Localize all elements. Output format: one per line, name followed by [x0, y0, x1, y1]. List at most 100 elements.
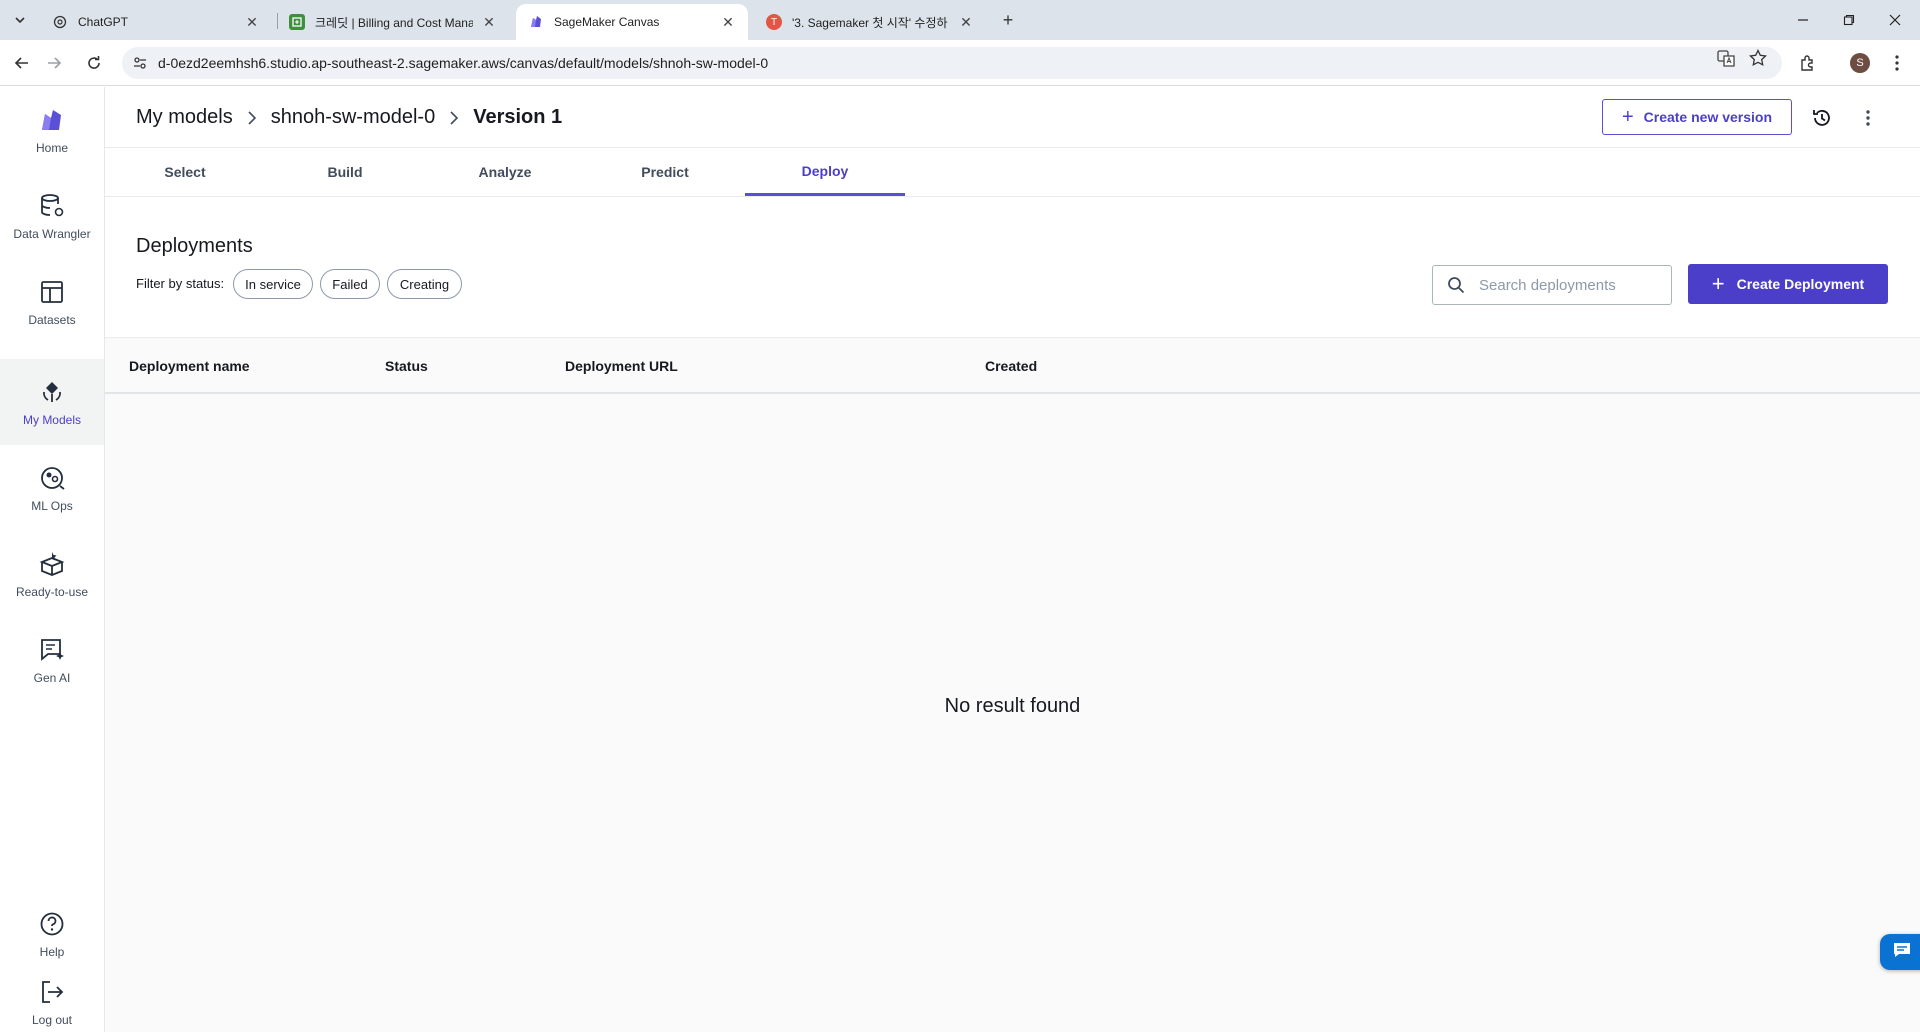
create-deployment-button[interactable]: + Create Deployment — [1688, 264, 1888, 304]
translate-icon[interactable] — [1716, 48, 1736, 68]
filter-chip-in-service[interactable]: In service — [233, 269, 313, 299]
sidebar-item-my-models[interactable]: My Models — [0, 359, 104, 445]
column-deployment-url[interactable]: Deployment URL — [565, 358, 678, 374]
address-bar[interactable]: d-0ezd2eemhsh6.studio.ap-southeast-2.sag… — [122, 47, 1782, 79]
url-text: d-0ezd2eemhsh6.studio.ap-southeast-2.sag… — [158, 55, 769, 71]
empty-state-message: No result found — [944, 695, 1081, 717]
browser-toolbar: d-0ezd2eemhsh6.studio.ap-southeast-2.sag… — [0, 40, 1920, 86]
breadcrumb: My models shnoh-sw-model-0 Version 1 — [136, 106, 562, 129]
tab-label: '3. Sagemaker 첫 시작' 수정하 — [792, 15, 948, 30]
more-options-icon[interactable] — [1855, 105, 1881, 131]
tab-label: 크레딧 | Billing and Cost Mana — [315, 15, 473, 30]
billing-favicon-icon — [289, 14, 305, 30]
close-window-icon[interactable] — [1872, 0, 1918, 40]
back-arrow-icon[interactable] — [9, 50, 35, 76]
breadcrumb-model-name[interactable]: shnoh-sw-model-0 — [271, 106, 436, 129]
tab-label: SageMaker Canvas — [554, 15, 660, 29]
feedback-chat-button[interactable] — [1880, 934, 1920, 970]
model-icon — [37, 377, 67, 407]
sidebar-item-label: Home — [35, 141, 68, 155]
sidebar-item-label: ML Ops — [31, 499, 73, 513]
model-header: My models shnoh-sw-model-0 Version 1 + C… — [105, 87, 1920, 148]
forward-arrow-icon[interactable] — [41, 50, 67, 76]
filter-status-label: Filter by status: — [136, 276, 225, 291]
tab-analyze[interactable]: Analyze — [425, 148, 585, 196]
browser-menu-icon[interactable] — [1884, 50, 1910, 76]
sidebar-item-home[interactable]: Home — [0, 87, 104, 173]
create-new-version-button[interactable]: + Create new version — [1602, 99, 1792, 135]
tistory-favicon-icon: T — [766, 14, 782, 30]
close-tab-icon[interactable]: ✕ — [244, 14, 260, 30]
filter-chip-failed[interactable]: Failed — [320, 269, 380, 299]
search-deployments-field[interactable] — [1432, 265, 1672, 305]
sagemaker-canvas-favicon-icon — [528, 14, 544, 30]
minimize-icon[interactable] — [1780, 0, 1826, 40]
sidebar-item-label: Datasets — [28, 313, 76, 327]
chat-sparkle-icon — [37, 635, 67, 665]
sidebar-item-ml-ops[interactable]: ML Ops — [0, 445, 104, 531]
chatgpt-favicon-icon — [52, 14, 68, 30]
box-icon — [37, 549, 67, 579]
tab-build[interactable]: Build — [265, 148, 425, 196]
chevron-right-icon — [245, 110, 259, 125]
reload-icon[interactable] — [81, 50, 107, 76]
search-icon — [1447, 276, 1467, 294]
sidebar-item-label: Help — [39, 945, 65, 959]
breadcrumb-my-models[interactable]: My models — [136, 106, 233, 129]
tab-deploy[interactable]: Deploy — [745, 148, 905, 196]
deployments-title: Deployments — [136, 235, 253, 257]
help-icon — [37, 909, 67, 939]
filter-chip-creating[interactable]: Creating — [387, 269, 462, 299]
table-icon — [37, 277, 67, 307]
logout-icon — [37, 977, 67, 1007]
browser-tab-chatgpt[interactable]: ChatGPT ✕ — [40, 4, 272, 40]
column-status[interactable]: Status — [385, 358, 428, 374]
sidebar-item-label: Gen AI — [33, 671, 71, 685]
plus-icon: + — [1711, 271, 1725, 296]
browser-tab-sagemaker-canvas[interactable]: SageMaker Canvas ✕ — [516, 4, 748, 40]
tab-predict[interactable]: Predict — [585, 148, 745, 196]
profile-initial: S — [1850, 53, 1870, 73]
column-created[interactable]: Created — [985, 358, 1037, 374]
tab-search-chevron-icon[interactable] — [8, 8, 32, 32]
column-deployment-name[interactable]: Deployment name — [129, 358, 250, 374]
canvas-sidebar: Home Data Wrangler Datasets My Models ML… — [0, 87, 105, 1032]
database-icon — [37, 191, 67, 221]
deployments-panel: Deployments Filter by status: In service… — [105, 197, 1920, 1032]
close-tab-icon[interactable]: ✕ — [720, 14, 736, 30]
sidebar-item-log-out[interactable]: Log out — [0, 977, 104, 1032]
close-tab-icon[interactable]: ✕ — [481, 14, 497, 30]
create-new-version-label: Create new version — [1643, 109, 1773, 125]
bookmark-star-icon[interactable] — [1748, 48, 1768, 68]
chevron-right-icon — [447, 110, 461, 125]
sidebar-item-label: Data Wrangler — [13, 227, 91, 241]
new-tab-icon[interactable]: + — [996, 8, 1020, 32]
sidebar-item-data-wrangler[interactable]: Data Wrangler — [0, 173, 104, 259]
browser-tab-billing[interactable]: 크레딧 | Billing and Cost Mana ✕ — [277, 4, 509, 40]
sidebar-item-ready-to-use[interactable]: Ready-to-use — [0, 531, 104, 617]
extensions-icon[interactable] — [1795, 50, 1821, 76]
chat-icon — [1892, 941, 1912, 964]
tab-label: ChatGPT — [78, 15, 129, 29]
browser-tab-sagemaker-doc[interactable]: T '3. Sagemaker 첫 시작' 수정하 ✕ — [754, 4, 986, 40]
sidebar-item-label: My Models — [22, 413, 81, 427]
breadcrumb-version: Version 1 — [473, 106, 563, 128]
version-history-icon[interactable] — [1809, 105, 1835, 131]
table-header: Deployment name Status Deployment URL Cr… — [105, 337, 1920, 394]
deployments-table: Deployment name Status Deployment URL Cr… — [105, 337, 1920, 1032]
close-tab-icon[interactable]: ✕ — [958, 14, 974, 30]
browser-tab-bar: ChatGPT ✕ 크레딧 | Billing and Cost Mana ✕ … — [0, 0, 1920, 40]
canvas-logo-icon — [37, 105, 67, 135]
site-info-icon[interactable] — [130, 55, 150, 71]
search-deployments-input[interactable] — [1479, 276, 1659, 294]
sidebar-item-gen-ai[interactable]: Gen AI — [0, 617, 104, 703]
tab-select[interactable]: Select — [105, 148, 265, 196]
sidebar-item-label: Ready-to-use — [15, 585, 89, 599]
sidebar-item-help[interactable]: Help — [0, 891, 104, 977]
restore-icon[interactable] — [1826, 0, 1872, 40]
sidebar-item-datasets[interactable]: Datasets — [0, 259, 104, 345]
profile-avatar[interactable]: S — [1847, 50, 1873, 76]
sidebar-item-label: Log out — [31, 1013, 73, 1027]
mlops-icon — [37, 463, 67, 493]
plus-icon: + — [1621, 106, 1634, 128]
